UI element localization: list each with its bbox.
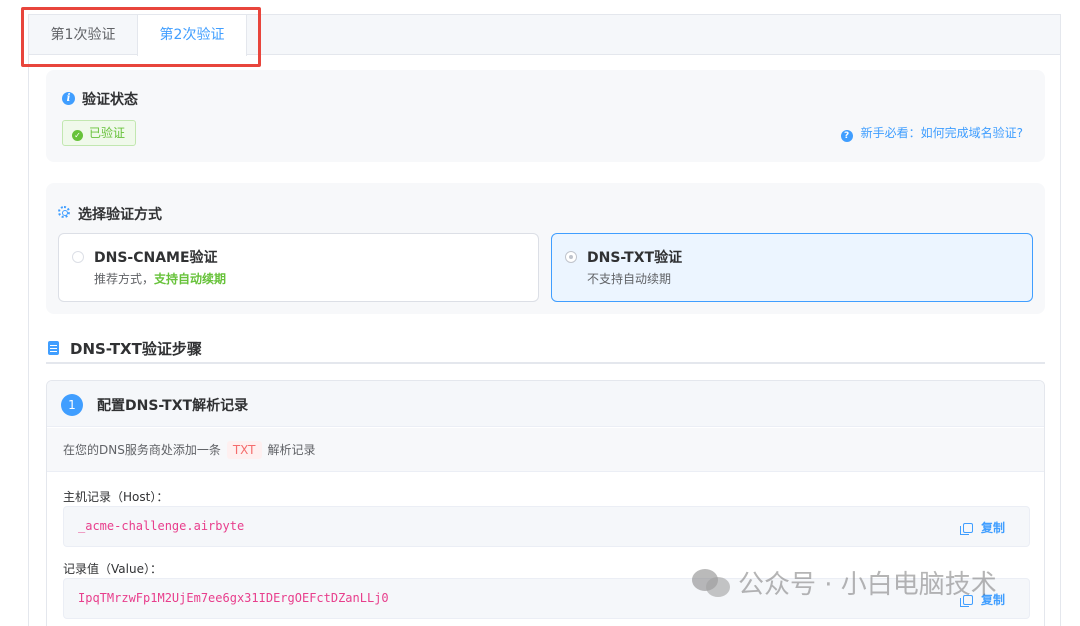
step-title: 配置DNS-TXT解析记录: [97, 398, 249, 414]
step-description: 在您的DNS服务商处添加一条 TXT 解析记录: [63, 441, 316, 459]
status-panel: i 验证状态 ✓ 已验证 ? 新手必看：如何完成域名验证?: [46, 70, 1045, 162]
tab-bar: 第1次验证 第2次验证: [29, 15, 1060, 56]
status-badge-label: 已验证: [89, 126, 126, 140]
step-number-badge: 1: [61, 394, 83, 416]
host-label: 主机记录（Host）：: [63, 490, 169, 504]
watermark: 公众号 · 小白电脑技术: [692, 564, 997, 604]
help-link[interactable]: ? 新手必看：如何完成域名验证?: [840, 124, 1023, 142]
watermark-text: 公众号 · 小白电脑技术: [738, 570, 997, 600]
check-circle-icon: ✓: [72, 130, 83, 141]
option-dns-txt[interactable]: DNS-TXT验证 不支持自动续期: [551, 233, 1033, 302]
step-desc-after: 解析记录: [267, 443, 316, 457]
method-title: 选择验证方式: [78, 207, 162, 223]
status-badge: ✓ 已验证: [62, 120, 137, 146]
option-dns-cname[interactable]: DNS-CNAME验证 推荐方式，支持自动续期: [58, 233, 539, 302]
gear-icon: [58, 206, 70, 218]
method-panel: 选择验证方式 DNS-CNAME验证 推荐方式，支持自动续期 DNS-TXT验证…: [46, 183, 1045, 314]
option-desc: 不支持自动续期: [587, 272, 672, 286]
copy-icon: [959, 523, 973, 535]
steps-title: DNS-TXT验证步骤: [70, 340, 202, 358]
radio-dns-cname[interactable]: [72, 251, 84, 263]
copy-host-button[interactable]: 复制: [959, 519, 1005, 536]
option-desc-prefix: 推荐方式，: [94, 272, 155, 286]
record-type-tag: TXT: [226, 441, 262, 459]
host-value: _acme-challenge.airbyte: [78, 519, 245, 533]
tab-second-verification[interactable]: 第2次验证: [137, 15, 247, 56]
steps-header: DNS-TXT验证步骤: [46, 336, 1045, 364]
tab-first-verification[interactable]: 第1次验证: [29, 15, 137, 55]
status-title: 验证状态: [82, 92, 138, 108]
step-description-row: 在您的DNS服务商处添加一条 TXT 解析记录: [47, 428, 1044, 472]
info-icon: i: [62, 92, 75, 105]
option-desc: 推荐方式，支持自动续期: [94, 270, 226, 287]
clipboard-icon: [48, 341, 59, 355]
record-value: IpqTMrzwFp1M2UjEm7ee6gx31IDErgOEFctDZanL…: [78, 591, 389, 605]
wechat-icon: [692, 567, 732, 599]
value-label: 记录值（Value）：: [63, 562, 162, 576]
step-header: 1 配置DNS-TXT解析记录: [47, 381, 1044, 427]
help-link-label[interactable]: 新手必看：如何完成域名验证?: [861, 126, 1023, 140]
option-name: DNS-CNAME验证: [94, 250, 218, 266]
radio-dns-txt[interactable]: [565, 251, 577, 263]
step-desc-before: 在您的DNS服务商处添加一条: [63, 443, 221, 457]
option-name: DNS-TXT验证: [587, 250, 683, 266]
host-value-box: _acme-challenge.airbyte 复制: [63, 506, 1030, 547]
option-desc-highlight: 支持自动续期: [154, 272, 227, 286]
question-icon: ?: [840, 130, 853, 142]
copy-label[interactable]: 复制: [981, 521, 1005, 535]
